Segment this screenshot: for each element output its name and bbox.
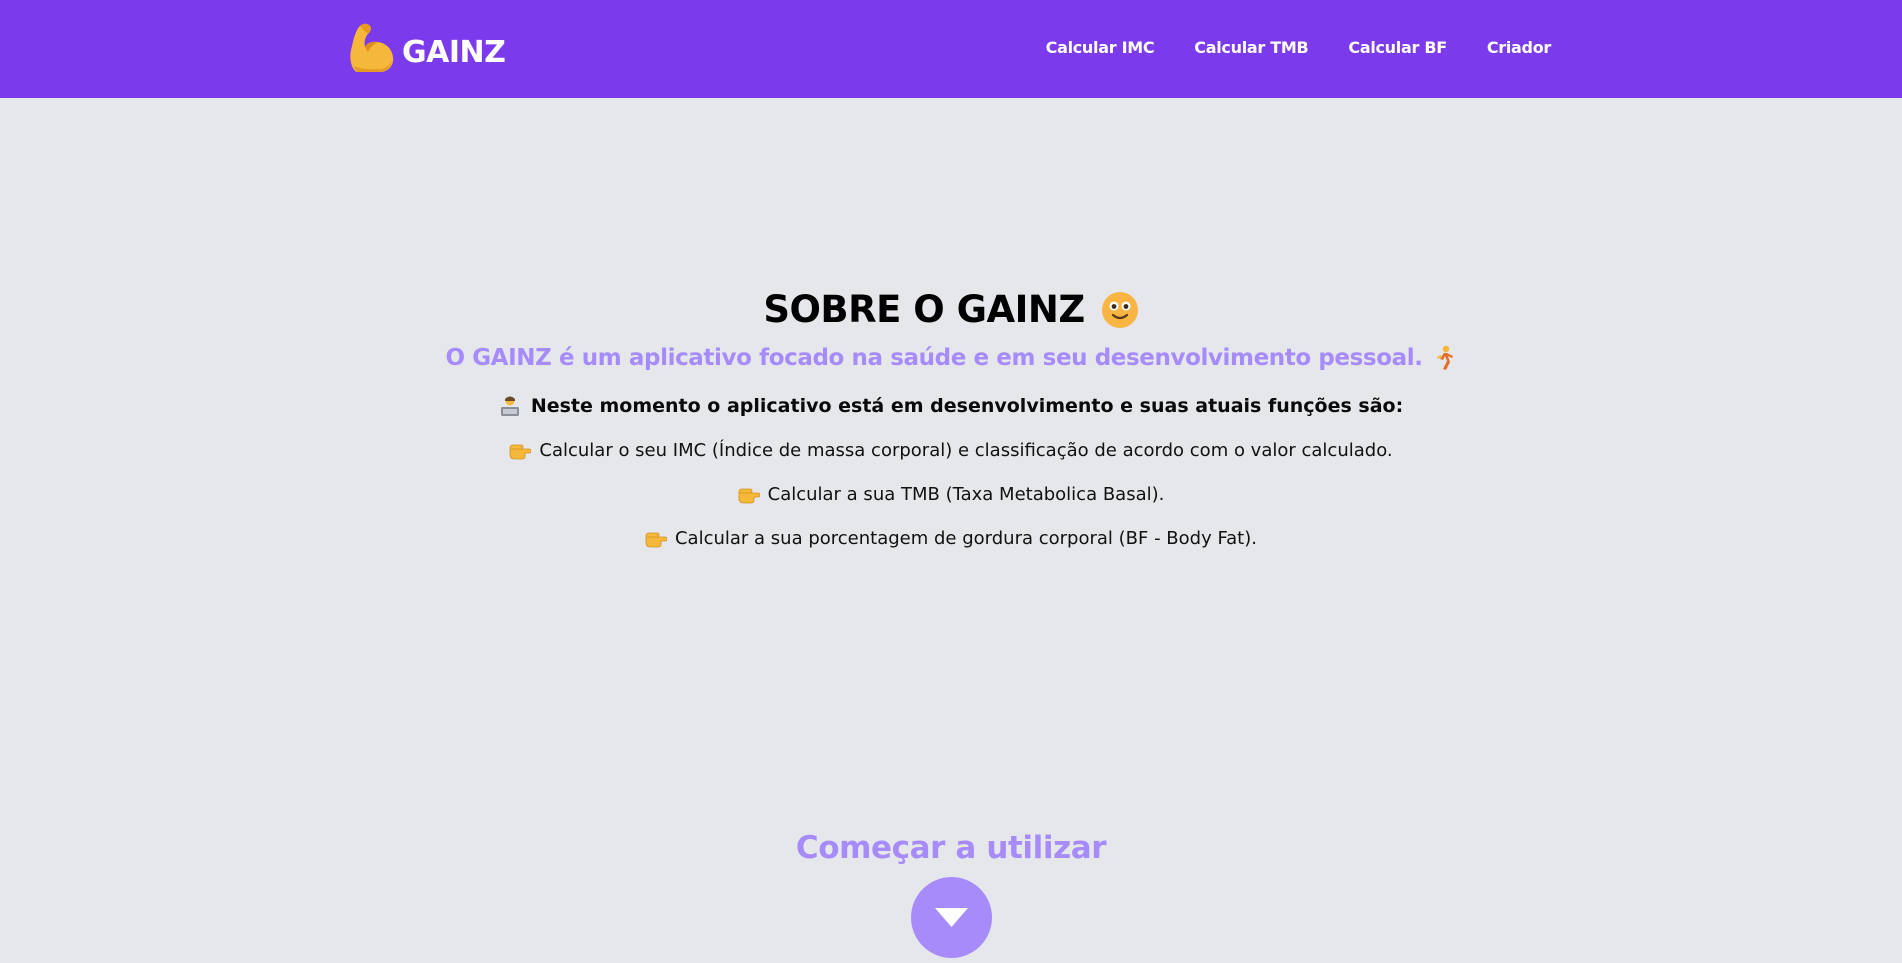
feature-text: Calcular a sua porcentagem de gordura co… (674, 528, 1257, 549)
feature-item: Calcular a sua TMB (Taxa Metabolica Basa… (0, 484, 1902, 505)
brand-logo-link[interactable]: GAINZ (346, 22, 506, 74)
flexed-biceps-icon (350, 23, 394, 72)
nav-link-calcular-tmb[interactable]: Calcular TMB (1194, 38, 1308, 57)
smiling-face-icon (1101, 291, 1138, 328)
page-subtitle: O GAINZ é um aplicativo focado na saúde … (0, 345, 1902, 371)
feature-item: Calcular o seu IMC (Índice de massa corp… (0, 440, 1902, 461)
triangle-down-icon (935, 908, 968, 927)
pointing-hand-icon (645, 532, 667, 547)
scroll-down-button[interactable] (911, 877, 992, 958)
page-title: SOBRE O GAINZ (0, 288, 1902, 331)
pointing-hand-icon (509, 444, 532, 459)
cta-label[interactable]: Começar a utilizar (0, 830, 1902, 866)
nav-link-calcular-imc[interactable]: Calcular IMC (1046, 38, 1155, 57)
nav-link-criador[interactable]: Criador (1487, 38, 1551, 57)
running-person-icon (1436, 345, 1453, 370)
technologist-icon (500, 396, 519, 416)
pointing-hand-icon (738, 488, 760, 503)
page-title-text: SOBRE O GAINZ (763, 288, 1085, 331)
feature-text: Calcular o seu IMC (Índice de massa corp… (539, 440, 1393, 461)
nav-link-calcular-bf[interactable]: Calcular BF (1348, 38, 1447, 57)
feature-text: Calcular a sua TMB (Taxa Metabolica Basa… (767, 484, 1165, 505)
page-subtitle-text: O GAINZ é um aplicativo focado na saúde … (445, 345, 1423, 371)
feature-item: Calcular a sua porcentagem de gordura co… (0, 528, 1902, 549)
status-line: Neste momento o aplicativo está em desen… (0, 395, 1902, 417)
top-navbar: GAINZ Calcular IMC Calcular TMB Calcular… (0, 0, 1902, 98)
brand-name: GAINZ (402, 34, 506, 70)
nav-links: Calcular IMC Calcular TMB Calcular BF Cr… (1046, 38, 1552, 57)
status-text: Neste momento o aplicativo está em desen… (530, 395, 1404, 417)
